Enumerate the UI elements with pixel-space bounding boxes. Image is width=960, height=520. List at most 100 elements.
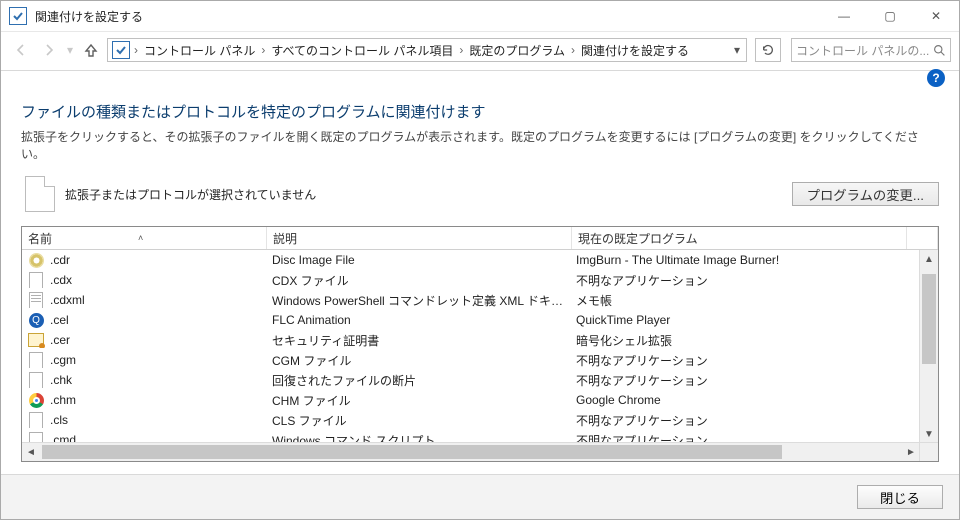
close-button[interactable]: 閉じる bbox=[857, 485, 943, 509]
ext-prog: メモ帳 bbox=[570, 292, 920, 309]
selection-text: 拡張子またはプロトコルが選択されていません bbox=[65, 186, 782, 203]
ext-name: .chm bbox=[50, 393, 76, 407]
rows-inner: .cdr Disc Image FileImgBurn - The Ultimat… bbox=[22, 250, 920, 443]
page-icon bbox=[28, 352, 44, 368]
page-icon bbox=[28, 372, 44, 388]
close-window-button[interactable]: ✕ bbox=[913, 1, 959, 31]
col-header-scrollpad bbox=[907, 227, 938, 249]
window-title: 関連付けを設定する bbox=[33, 8, 821, 25]
address-icon bbox=[112, 41, 130, 59]
address-dropdown-icon[interactable]: ▾ bbox=[732, 43, 742, 57]
breadcrumb-item[interactable]: 既定のプログラム bbox=[467, 42, 567, 59]
up-button[interactable] bbox=[79, 38, 103, 62]
scroll-up-icon[interactable]: ▲ bbox=[920, 250, 938, 268]
hscroll-thumb[interactable] bbox=[42, 445, 782, 459]
chrome-icon bbox=[28, 392, 44, 408]
ext-name: .cdxml bbox=[50, 293, 85, 307]
minimize-button[interactable]: — bbox=[821, 1, 867, 31]
disc-icon bbox=[28, 252, 44, 268]
search-icon bbox=[933, 44, 946, 57]
ext-name: .cel bbox=[50, 313, 69, 327]
q-icon: Q bbox=[28, 312, 44, 328]
ext-prog: 不明なアプリケーション bbox=[570, 352, 920, 369]
ext-desc: CLS ファイル bbox=[266, 412, 570, 429]
vscroll-track[interactable] bbox=[920, 268, 938, 425]
table-row[interactable]: .cgm CGM ファイル不明なアプリケーション bbox=[22, 350, 920, 370]
page-heading: ファイルの種類またはプロトコルを特定のプログラムに関連付けます bbox=[21, 101, 939, 122]
address-bar[interactable]: › コントロール パネル › すべてのコントロール パネル項目 › 既定のプログ… bbox=[107, 38, 747, 62]
table-row[interactable]: Q .cel FLC AnimationQuickTime Player bbox=[22, 310, 920, 330]
vscroll-thumb[interactable] bbox=[922, 274, 936, 364]
breadcrumb-item[interactable]: 関連付けを設定する bbox=[579, 42, 691, 59]
chevron-right-icon: › bbox=[134, 43, 138, 57]
scroll-right-icon[interactable]: ► bbox=[902, 443, 920, 461]
ext-name: .cgm bbox=[50, 353, 76, 367]
ext-name: .chk bbox=[50, 373, 72, 387]
ext-desc: FLC Animation bbox=[266, 313, 570, 327]
scroll-left-icon[interactable]: ◄ bbox=[22, 443, 40, 461]
page-explain: 拡張子をクリックすると、その拡張子のファイルを開く既定のプログラムが表示されます… bbox=[21, 128, 939, 162]
ext-desc: CHM ファイル bbox=[266, 392, 570, 409]
cert-icon bbox=[28, 332, 44, 348]
ext-desc: 回復されたファイルの断片 bbox=[266, 372, 570, 389]
search-input[interactable]: コントロール パネルの... bbox=[791, 38, 951, 62]
forward-button[interactable] bbox=[37, 38, 61, 62]
breadcrumb-item[interactable]: すべてのコントロール パネル項目 bbox=[269, 42, 455, 59]
ext-name: .cdx bbox=[50, 273, 72, 287]
titlebar: 関連付けを設定する — ▢ ✕ bbox=[1, 1, 959, 32]
ext-desc: Windows PowerShell コマンドレット定義 XML ドキュメント bbox=[266, 292, 570, 309]
table-row[interactable]: .chm CHM ファイルGoogle Chrome bbox=[22, 390, 920, 410]
file-icon bbox=[25, 176, 55, 212]
table-row[interactable]: .cer セキュリティ証明書暗号化シェル拡張 bbox=[22, 330, 920, 350]
search-placeholder: コントロール パネルの... bbox=[796, 42, 933, 59]
maximize-button[interactable]: ▢ bbox=[867, 1, 913, 31]
hscroll-track[interactable] bbox=[40, 443, 902, 461]
table-row[interactable]: .chk 回復されたファイルの断片不明なアプリケーション bbox=[22, 370, 920, 390]
chevron-right-icon: › bbox=[571, 43, 575, 57]
ext-desc: CDX ファイル bbox=[266, 272, 570, 289]
ext-prog: 暗号化シェル拡張 bbox=[570, 332, 920, 349]
history-dropdown-icon[interactable]: ▾ bbox=[65, 43, 75, 57]
page-icon bbox=[28, 272, 44, 288]
column-headers: 名前˄ 説明 現在の既定プログラム bbox=[22, 227, 938, 250]
ext-prog: Google Chrome bbox=[570, 393, 920, 407]
ext-name: .cer bbox=[50, 333, 70, 347]
sort-indicator-icon: ˄ bbox=[138, 233, 143, 243]
refresh-button[interactable] bbox=[755, 38, 781, 62]
horizontal-scrollbar[interactable]: ◄ ► bbox=[22, 442, 920, 461]
col-header-desc[interactable]: 説明 bbox=[267, 227, 572, 249]
content-area: ファイルの種類またはプロトコルを特定のプログラムに関連付けます 拡張子をクリック… bbox=[1, 71, 959, 474]
chevron-right-icon: › bbox=[459, 43, 463, 57]
breadcrumb-item[interactable]: コントロール パネル bbox=[142, 42, 257, 59]
ext-prog: 不明なアプリケーション bbox=[570, 412, 920, 429]
ext-name: .cdr bbox=[50, 253, 70, 267]
ext-prog: 不明なアプリケーション bbox=[570, 272, 920, 289]
col-header-prog[interactable]: 現在の既定プログラム bbox=[572, 227, 907, 249]
back-button[interactable] bbox=[9, 38, 33, 62]
table-row[interactable]: .cdxml Windows PowerShell コマンドレット定義 XML ド… bbox=[22, 290, 920, 310]
table-row[interactable]: .cdr Disc Image FileImgBurn - The Ultimat… bbox=[22, 250, 920, 270]
ext-name: .cls bbox=[50, 413, 68, 427]
help-icon[interactable]: ? bbox=[927, 69, 945, 87]
col-header-name[interactable]: 名前˄ bbox=[22, 227, 267, 249]
scroll-corner bbox=[919, 442, 938, 461]
app-icon bbox=[9, 7, 27, 25]
ext-prog: 不明なアプリケーション bbox=[570, 372, 920, 389]
footer: 閉じる bbox=[1, 474, 959, 519]
ext-desc: セキュリティ証明書 bbox=[266, 332, 570, 349]
change-program-button[interactable]: プログラムの変更... bbox=[792, 182, 939, 206]
ext-prog: ImgBurn - The Ultimate Image Burner! bbox=[570, 253, 920, 267]
ext-desc: CGM ファイル bbox=[266, 352, 570, 369]
lines-icon bbox=[28, 292, 44, 308]
scroll-down-icon[interactable]: ▼ bbox=[920, 425, 938, 443]
vertical-scrollbar[interactable]: ▲ ▼ bbox=[919, 250, 938, 443]
nav-row: ▾ › コントロール パネル › すべてのコントロール パネル項目 › 既定のプ… bbox=[1, 32, 959, 71]
table-row[interactable]: .cls CLS ファイル不明なアプリケーション bbox=[22, 410, 920, 430]
window: 関連付けを設定する — ▢ ✕ ▾ › コントロール パネル › すべてのコント… bbox=[0, 0, 960, 520]
chevron-right-icon: › bbox=[261, 43, 265, 57]
selection-row: 拡張子またはプロトコルが選択されていません プログラムの変更... bbox=[21, 176, 939, 212]
ext-prog: QuickTime Player bbox=[570, 313, 920, 327]
ext-desc: Disc Image File bbox=[266, 253, 570, 267]
table-row[interactable]: .cdx CDX ファイル不明なアプリケーション bbox=[22, 270, 920, 290]
rows-viewport: .cdr Disc Image FileImgBurn - The Ultimat… bbox=[22, 250, 938, 461]
